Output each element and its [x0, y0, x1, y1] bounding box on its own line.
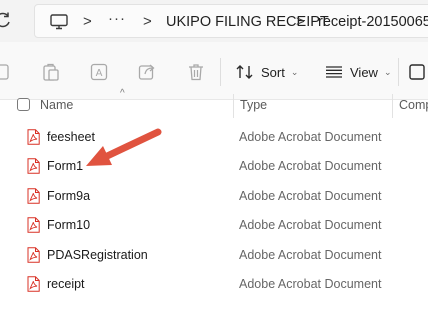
- pdf-file-icon: [27, 129, 40, 145]
- file-type: Adobe Acrobat Document: [239, 188, 382, 203]
- select-all-checkbox[interactable]: [17, 98, 30, 111]
- file-type: Adobe Acrobat Document: [239, 277, 382, 291]
- file-name[interactable]: receipt: [47, 277, 85, 291]
- copy-icon[interactable]: [41, 62, 61, 82]
- sort-label: Sort: [261, 64, 285, 80]
- toolbar-divider: [220, 58, 221, 86]
- file-type: Adobe Acrobat Document: [239, 130, 382, 144]
- delete-icon[interactable]: [186, 62, 206, 82]
- file-row[interactable]: Form10 Adobe Acrobat Document: [0, 211, 428, 240]
- filter-icon[interactable]: [408, 62, 428, 82]
- address-bar[interactable]: > ··· > UKIPO FILING RECEIPT > receipt-2…: [34, 4, 428, 38]
- view-icon: [326, 66, 342, 78]
- file-row[interactable]: feesheet Adobe Acrobat Document: [0, 123, 428, 152]
- file-name[interactable]: PDASRegistration: [47, 248, 148, 262]
- sort-ascending-icon: ^: [120, 88, 125, 99]
- file-name[interactable]: feesheet: [47, 130, 95, 144]
- command-bar: A Sort ⌄ View ⌄: [0, 42, 428, 100]
- address-bar-region: > ··· > UKIPO FILING RECEIPT > receipt-2…: [0, 0, 428, 42]
- svg-text:A: A: [96, 68, 103, 79]
- file-type: Adobe Acrobat Document: [239, 218, 382, 233]
- column-header-compressed[interactable]: Comp: [399, 98, 428, 112]
- share-icon[interactable]: [137, 62, 157, 82]
- breadcrumb-current-folder[interactable]: receipt-20150065: [318, 14, 428, 30]
- file-type: Adobe Acrobat Document: [239, 159, 382, 174]
- breadcrumb-separator[interactable]: >: [296, 13, 305, 30]
- pdf-file-icon: [27, 217, 40, 233]
- sort-button[interactable]: Sort ⌄: [236, 60, 298, 84]
- file-row[interactable]: Form9a Adobe Acrobat Document: [0, 182, 428, 211]
- file-row[interactable]: PDASRegistration Adobe Acrobat Document: [0, 241, 428, 270]
- new-icon[interactable]: [0, 62, 12, 82]
- file-name[interactable]: Form1: [47, 159, 83, 173]
- pdf-file-icon: [27, 246, 40, 263]
- column-header-name[interactable]: Name: [40, 98, 73, 112]
- view-button[interactable]: View ⌄: [325, 60, 392, 84]
- column-divider[interactable]: [233, 94, 234, 118]
- column-divider[interactable]: [392, 94, 393, 118]
- chevron-down-icon: ⌄: [290, 66, 299, 77]
- file-name[interactable]: Form9a: [47, 189, 90, 203]
- pdf-file-icon: [27, 188, 40, 204]
- toolbar-divider: [398, 58, 399, 86]
- rename-icon[interactable]: A: [89, 62, 109, 82]
- breadcrumb-overflow[interactable]: ···: [108, 10, 126, 27]
- file-type: Adobe Acrobat Document: [239, 247, 382, 262]
- pdf-file-icon: [27, 158, 40, 175]
- this-pc-icon: [50, 14, 68, 30]
- breadcrumb-separator[interactable]: >: [83, 13, 92, 30]
- file-name[interactable]: Form10: [47, 218, 90, 232]
- chevron-down-icon: ⌄: [383, 66, 392, 77]
- view-label: View: [350, 64, 378, 80]
- file-row[interactable]: receipt Adobe Acrobat Document: [0, 270, 428, 299]
- sort-icon: [236, 65, 253, 79]
- pdf-file-icon: [27, 276, 40, 292]
- breadcrumb-separator[interactable]: >: [143, 13, 152, 30]
- file-row[interactable]: Form1 Adobe Acrobat Document: [0, 152, 428, 181]
- refresh-icon[interactable]: [0, 11, 12, 29]
- column-header-type[interactable]: Type: [240, 98, 267, 112]
